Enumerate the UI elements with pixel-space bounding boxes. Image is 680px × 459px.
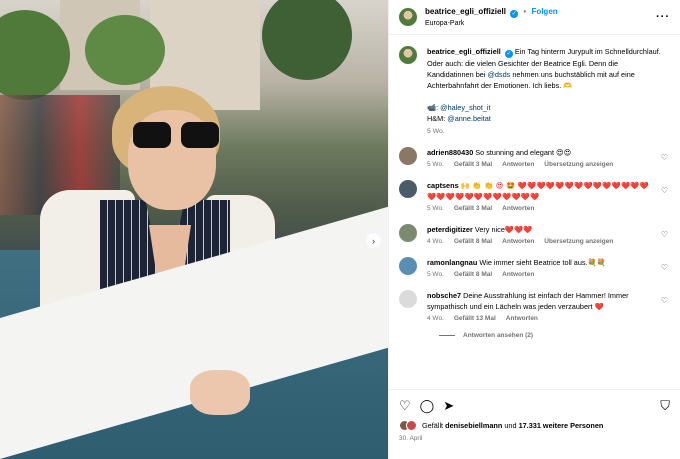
post-modal: › beatrice_egli_offiziell ✓ • Folgen Eur… bbox=[0, 0, 680, 459]
bookmark-icon[interactable]: ⛉ bbox=[660, 399, 670, 412]
post-author: beatrice_egli_offiziell ✓ • Folgen Europ… bbox=[425, 6, 558, 29]
likes-middle: und bbox=[504, 421, 517, 430]
comment-actions: 5 Wo. Gefällt 3 Mal Antworten Übersetzung a… bbox=[427, 161, 655, 168]
likes-summary: Gefällt denisebiellmann und 17.331 weite… bbox=[399, 420, 670, 431]
comment-text: adrien880430 So stunning and elegant 😍😍 bbox=[427, 147, 655, 158]
show-replies-button[interactable]: Antworten ansehen (2) bbox=[439, 332, 670, 339]
show-replies-label: Antworten ansehen (2) bbox=[463, 332, 534, 339]
comment-item: ramonlangnau Wie immer sieht Beatrice to… bbox=[399, 257, 670, 278]
comment-time[interactable]: 4 Wo. bbox=[427, 238, 444, 245]
image-hands bbox=[190, 370, 250, 415]
divider bbox=[439, 335, 455, 336]
verified-icon: ✓ bbox=[504, 50, 513, 58]
avatar[interactable] bbox=[399, 257, 417, 275]
comment-username[interactable]: nobsche7 bbox=[427, 291, 461, 300]
comment-text: nobsche7 Deine Ausstrahlung ist einfach … bbox=[427, 290, 655, 312]
likes-prefix: Gefällt bbox=[422, 421, 444, 430]
verified-icon: ✓ bbox=[510, 9, 519, 18]
heart-icon[interactable]: ♡ bbox=[399, 399, 411, 412]
avatar bbox=[406, 420, 417, 431]
comments-section[interactable]: beatrice_egli_offiziell ✓ Ein Tag hinter… bbox=[389, 36, 680, 389]
image-sunglasses bbox=[133, 122, 223, 150]
separator-dot: • bbox=[523, 6, 527, 16]
heart-icon[interactable]: ♡ bbox=[661, 263, 668, 272]
avatar[interactable] bbox=[399, 224, 417, 242]
action-bar: ♡ ◯ ➤ ⛉ bbox=[399, 396, 670, 414]
heart-icon[interactable]: ♡ bbox=[661, 230, 668, 239]
comment-actions: 5 Wo. Gefällt 3 Mal Antworten bbox=[427, 205, 655, 212]
comment-item: peterdigitizer Very nice❤️❤️❤️ 4 Wo. Gefäl… bbox=[399, 224, 670, 245]
avatar[interactable] bbox=[399, 180, 417, 198]
reply-button[interactable]: Antworten bbox=[502, 238, 534, 245]
comment-time[interactable]: 5 Wo. bbox=[427, 161, 444, 168]
more-options-icon[interactable]: ··· bbox=[656, 11, 670, 23]
comment-time[interactable]: 5 Wo. bbox=[427, 205, 444, 212]
comment-body: Wie immer sieht Beatrice toll aus.💐💐 bbox=[479, 258, 606, 267]
caption-username[interactable]: beatrice_egli_offiziell bbox=[427, 47, 501, 56]
post-header: beatrice_egli_offiziell ✓ • Folgen Europ… bbox=[389, 0, 680, 35]
caption-time: 5 Wo. bbox=[427, 128, 445, 135]
likes-user-link[interactable]: denisebiellmann bbox=[445, 421, 502, 430]
post-image: › bbox=[0, 0, 388, 459]
comment-actions: 4 Wo. Gefällt 8 Mal Antworten Übersetzung a… bbox=[427, 238, 655, 245]
comment-likes[interactable]: Gefällt 8 Mal bbox=[454, 271, 492, 278]
mention-link[interactable]: @anne.beitat bbox=[447, 114, 491, 123]
next-image-button[interactable]: › bbox=[366, 233, 381, 248]
image-tree bbox=[262, 0, 352, 80]
post-sidebar: beatrice_egli_offiziell ✓ • Folgen Europ… bbox=[388, 0, 680, 459]
follow-button[interactable]: Folgen bbox=[531, 7, 557, 16]
comment-username[interactable]: captsens bbox=[427, 181, 459, 190]
mention-link[interactable]: @dsds bbox=[487, 70, 510, 79]
share-icon[interactable]: ➤ bbox=[443, 399, 454, 412]
post-location[interactable]: Europa-Park bbox=[425, 18, 558, 29]
comment-likes[interactable]: Gefällt 8 Mal bbox=[454, 238, 492, 245]
comment-body: So stunning and elegant 😍😍 bbox=[475, 148, 572, 157]
translate-button[interactable]: Übersetzung anzeigen bbox=[544, 161, 613, 168]
credit-label: 📹: bbox=[427, 103, 439, 112]
comment-text: captsens 🙌 👏 👏 😍 🤩 ❤️❤️❤️❤️❤️❤️❤️❤️❤️❤️❤… bbox=[427, 180, 655, 202]
chevron-right-icon: › bbox=[372, 235, 375, 246]
comment-time[interactable]: 4 Wo. bbox=[427, 315, 444, 322]
comment-item: nobsche7 Deine Ausstrahlung ist einfach … bbox=[399, 290, 670, 322]
translate-button[interactable]: Übersetzung anzeigen bbox=[544, 238, 613, 245]
comment-likes[interactable]: Gefällt 13 Mal bbox=[454, 315, 496, 322]
mention-link[interactable]: @haley_shot_it bbox=[440, 103, 490, 112]
comment-actions: 4 Wo. Gefällt 13 Mal Antworten bbox=[427, 315, 655, 322]
caption-row: beatrice_egli_offiziell ✓ Ein Tag hinter… bbox=[399, 46, 670, 135]
comment-actions: 5 Wo. Gefällt 8 Mal Antworten bbox=[427, 271, 655, 278]
comment-body: Very nice❤️❤️❤️ bbox=[474, 225, 533, 234]
reply-button[interactable]: Antworten bbox=[502, 271, 534, 278]
comment-username[interactable]: ramonlangnau bbox=[427, 258, 477, 267]
comment-item: captsens 🙌 👏 👏 😍 🤩 ❤️❤️❤️❤️❤️❤️❤️❤️❤️❤️❤… bbox=[399, 180, 670, 212]
comment-icon[interactable]: ◯ bbox=[420, 399, 435, 412]
comment-likes[interactable]: Gefällt 3 Mal bbox=[454, 205, 492, 212]
post-footer: ♡ ◯ ➤ ⛉ Gefällt denisebiellmann und 17.3… bbox=[389, 389, 680, 459]
comment-time[interactable]: 5 Wo. bbox=[427, 271, 444, 278]
author-username[interactable]: beatrice_egli_offiziell bbox=[425, 7, 506, 16]
reply-button[interactable]: Antworten bbox=[502, 205, 534, 212]
heart-icon[interactable]: ♡ bbox=[661, 186, 668, 195]
image-tree bbox=[85, 15, 165, 85]
avatar[interactable] bbox=[399, 290, 417, 308]
comment-list: adrien880430 So stunning and elegant 😍😍 5… bbox=[399, 147, 670, 322]
comment-username[interactable]: adrien880430 bbox=[427, 148, 473, 157]
avatar[interactable] bbox=[399, 8, 417, 26]
heart-icon[interactable]: ♡ bbox=[661, 296, 668, 305]
comment-likes[interactable]: Gefällt 3 Mal bbox=[454, 161, 492, 168]
avatar[interactable] bbox=[399, 46, 417, 64]
heart-icon[interactable]: ♡ bbox=[661, 153, 668, 162]
likes-count-link[interactable]: 17.331 weitere Personen bbox=[519, 421, 604, 430]
reply-button[interactable]: Antworten bbox=[506, 315, 538, 322]
comment-text: peterdigitizer Very nice❤️❤️❤️ bbox=[427, 224, 655, 235]
comment-username[interactable]: peterdigitizer bbox=[427, 225, 473, 234]
reply-button[interactable]: Antworten bbox=[502, 161, 534, 168]
post-date[interactable]: 30. April bbox=[399, 435, 670, 442]
comment-item: adrien880430 So stunning and elegant 😍😍 5… bbox=[399, 147, 670, 168]
comment-text: ramonlangnau Wie immer sieht Beatrice to… bbox=[427, 257, 655, 268]
comment-body: 🙌 👏 👏 😍 🤩 ❤️❤️❤️❤️❤️❤️❤️❤️❤️❤️❤️❤️❤️❤️❤️… bbox=[427, 181, 650, 201]
caption-text: beatrice_egli_offiziell ✓ Ein Tag hinter… bbox=[427, 46, 663, 124]
credit-label: H&M: bbox=[427, 114, 446, 123]
avatar[interactable] bbox=[399, 147, 417, 165]
